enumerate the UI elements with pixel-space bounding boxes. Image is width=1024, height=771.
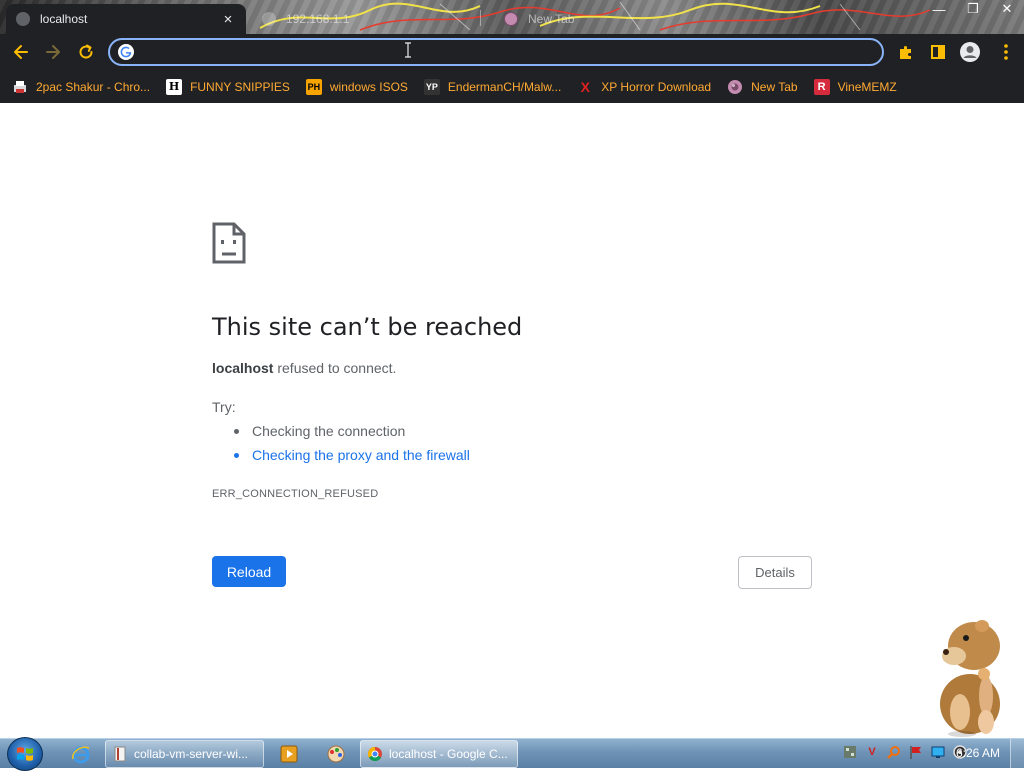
restore-button[interactable]: ❐ <box>956 0 990 18</box>
tray-network-icon[interactable] <box>930 744 946 760</box>
system-tray: V <box>842 744 968 760</box>
error-code: ERR_CONNECTION_REFUSED <box>212 488 379 500</box>
bookmark-vinememz[interactable]: R VineMEMZ <box>813 78 897 95</box>
bookmark-label: 2pac Shakur - Chro... <box>36 79 151 94</box>
google-g-icon <box>118 44 134 60</box>
task-label: localhost - Google C... <box>389 747 508 761</box>
forward-button[interactable] <box>40 39 66 65</box>
tab-title: localhost <box>40 12 88 26</box>
paint-icon <box>327 745 345 763</box>
taskbar-ie-button[interactable] <box>62 741 100 767</box>
browser-toolbar <box>0 34 1024 70</box>
reload-button[interactable]: Reload <box>212 556 286 587</box>
tab-router[interactable]: 192.168.1.1 <box>252 4 452 34</box>
details-button[interactable]: Details <box>738 556 812 589</box>
yp-logo-icon: YP <box>423 78 440 95</box>
desktop-buddy-hamster[interactable] <box>922 612 1012 738</box>
back-arrow-icon <box>14 45 28 59</box>
tray-search-icon[interactable] <box>886 744 902 760</box>
minimize-button[interactable]: — <box>922 0 956 18</box>
h-logo-icon: H <box>166 78 183 95</box>
window-controls: — ❐ ✕ <box>922 0 1024 20</box>
avatar-icon <box>960 42 980 62</box>
text-cursor-icon <box>405 42 411 58</box>
windows-logo-icon <box>17 747 33 761</box>
close-window-button[interactable]: ✕ <box>990 0 1024 18</box>
tab-title: New Tab <box>528 12 575 26</box>
globe-icon <box>727 79 743 95</box>
bookmark-label: EndermanCH/Malw... <box>447 79 562 94</box>
puzzle-icon <box>900 46 911 59</box>
address-bar[interactable] <box>108 38 884 66</box>
ph-logo-icon: PH <box>305 78 322 95</box>
refresh-icon <box>79 44 93 59</box>
suggestion-check-connection: Checking the connection <box>234 421 470 445</box>
tab-strip: localhost × 192.168.1.1 New Tab — ❐ ✕ <box>0 0 1024 34</box>
forward-arrow-icon <box>46 45 60 59</box>
chrome-menu-button[interactable] <box>993 39 1019 65</box>
bookmark-new-tab[interactable]: New Tab <box>727 79 798 95</box>
tray-v-icon[interactable]: V <box>864 744 880 760</box>
bookmark-funny-snippies[interactable]: H FUNNY SNIPPIES <box>166 78 290 95</box>
internet-explorer-icon <box>72 746 90 764</box>
bookmark-label: XP Horror Download <box>601 79 712 94</box>
printer-icon <box>12 79 28 95</box>
reload-toolbar-button[interactable] <box>73 39 99 65</box>
suggestion-list: Checking the connection Checking the pro… <box>234 421 470 469</box>
x-logo-icon: X <box>580 78 590 95</box>
r-logo-icon: R <box>813 78 830 95</box>
bookmark-2pac[interactable]: 2pac Shakur - Chro... <box>12 79 150 95</box>
tab-title: 192.168.1.1 <box>286 12 350 26</box>
taskbar-task-chrome[interactable]: localhost - Google C... <box>360 740 518 768</box>
extensions-button[interactable] <box>893 39 919 65</box>
browser-chrome: localhost × 192.168.1.1 New Tab — ❐ ✕ 2p… <box>0 0 1024 103</box>
tab-new-tab[interactable]: New Tab <box>494 4 694 34</box>
bookmark-enderman[interactable]: YP EndermanCH/Malw... <box>423 78 562 95</box>
error-host: localhost <box>212 360 274 376</box>
profile-button[interactable] <box>957 39 983 65</box>
error-message: localhost refused to connect. <box>212 360 396 376</box>
url-input[interactable] <box>134 41 882 63</box>
bookmark-windows-isos[interactable]: PH windows ISOS <box>305 78 408 95</box>
sad-document-icon <box>212 222 246 264</box>
kebab-menu-icon <box>1004 44 1008 60</box>
bookmark-label: FUNNY SNIPPIES <box>190 79 290 94</box>
tray-app-icon[interactable] <box>842 744 858 760</box>
bookmark-label: windows ISOS <box>329 79 408 94</box>
error-title: This site can’t be reached <box>212 313 523 341</box>
bookmarks-bar: 2pac Shakur - Chro... H FUNNY SNIPPIES P… <box>0 70 1024 103</box>
start-button[interactable] <box>7 737 43 771</box>
tab-favicon-icon <box>504 12 518 26</box>
tab-localhost[interactable]: localhost × <box>6 4 246 34</box>
tab-favicon-icon <box>16 12 30 26</box>
taskbar-media-player-button[interactable] <box>270 741 308 767</box>
taskbar-clock[interactable]: 6:26 AM <box>956 746 1000 760</box>
side-panel-button[interactable] <box>925 39 951 65</box>
task-label: collab-vm-server-wi... <box>134 747 249 761</box>
taskbar-paint-button[interactable] <box>317 741 355 767</box>
chrome-icon <box>367 746 382 762</box>
bookmark-xp-horror[interactable]: X XP Horror Download <box>577 78 712 95</box>
try-label: Try: <box>212 399 236 415</box>
document-icon <box>114 746 126 762</box>
media-player-icon <box>280 745 298 763</box>
bookmark-label: New Tab <box>751 79 798 94</box>
bookmark-label: VineMEMZ <box>837 79 897 94</box>
taskbar: collab-vm-server-wi... localhost - Googl… <box>0 737 1024 771</box>
side-panel-icon <box>931 45 945 59</box>
tray-flag-icon[interactable] <box>908 744 924 760</box>
tab-favicon-icon <box>262 12 276 26</box>
tab-separator <box>480 10 481 26</box>
show-desktop-button[interactable] <box>1010 739 1024 769</box>
back-button[interactable] <box>8 39 34 65</box>
error-message-text: refused to connect. <box>273 360 397 376</box>
close-tab-icon[interactable]: × <box>220 11 236 28</box>
suggestion-check-proxy-link[interactable]: Checking the proxy and the firewall <box>234 445 470 469</box>
taskbar-task-collab-vm[interactable]: collab-vm-server-wi... <box>105 740 264 768</box>
